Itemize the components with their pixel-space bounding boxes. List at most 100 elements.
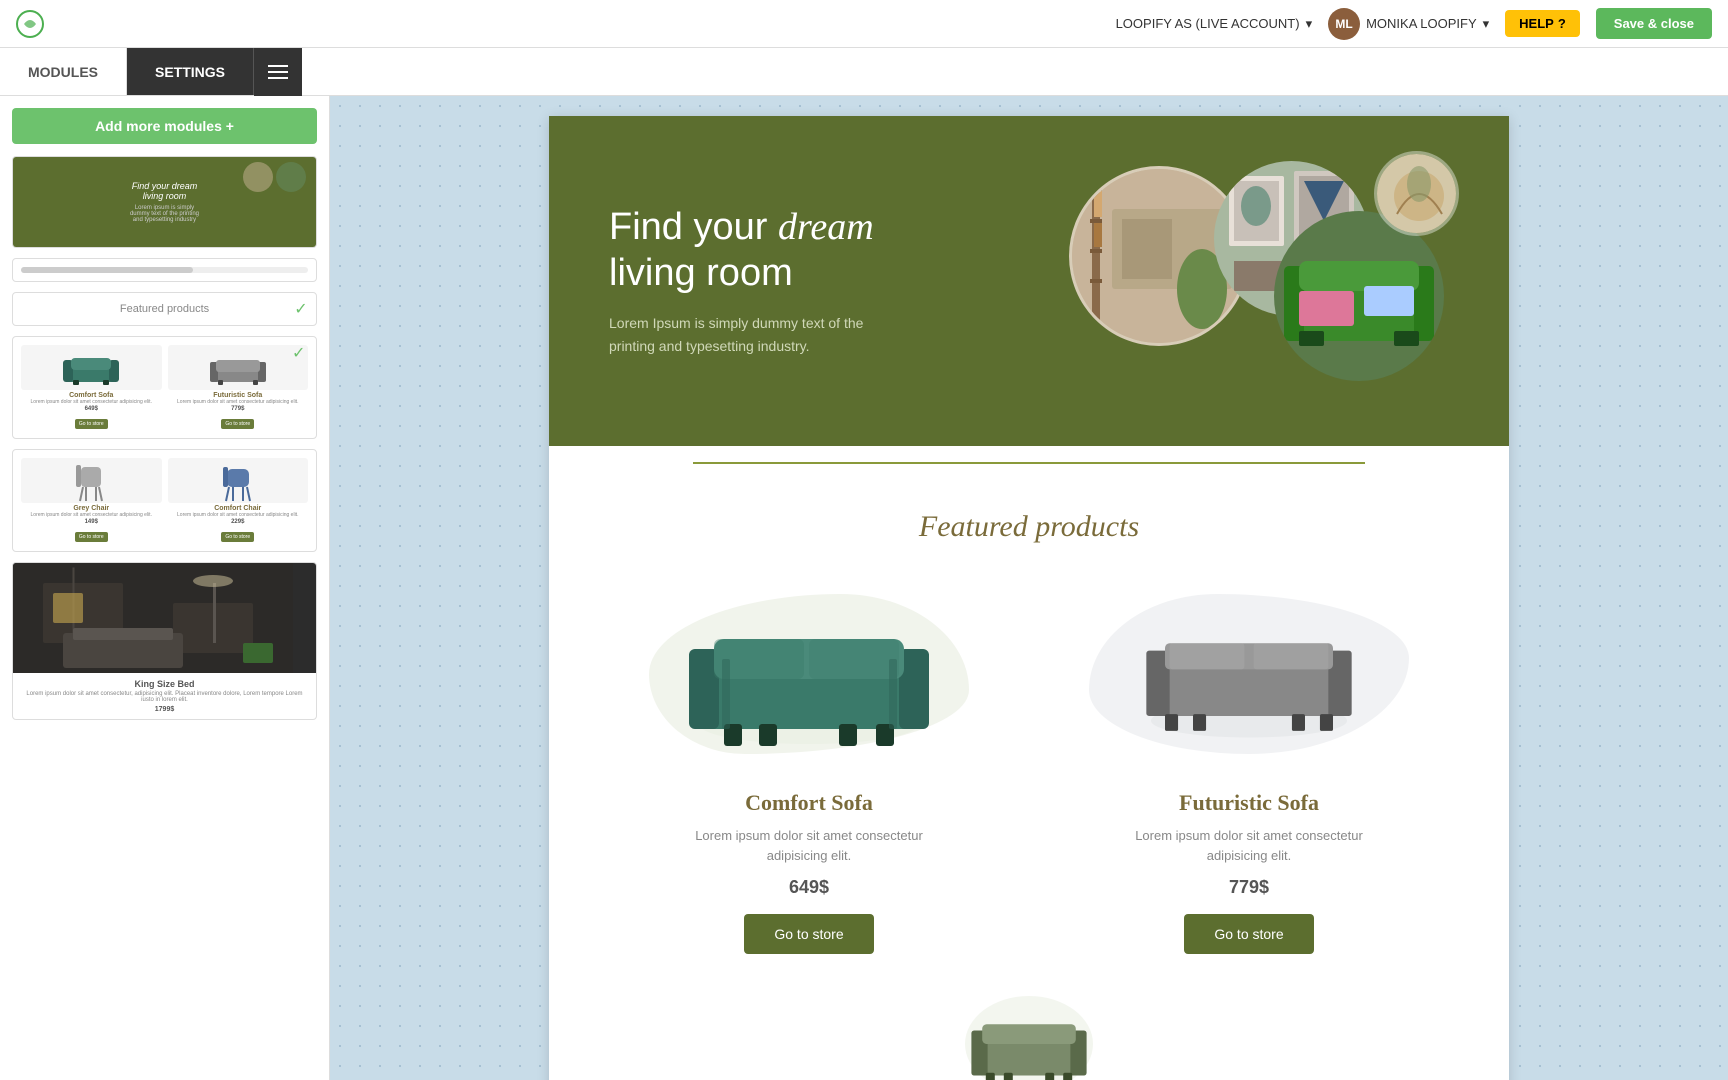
futuristic-sofa-img-container: [1049, 574, 1449, 774]
hero-module-card[interactable]: Find your dream living room Lorem ipsum …: [12, 156, 317, 248]
chevron-down-icon: ▾: [1306, 16, 1313, 32]
sofas-module-card[interactable]: ✓ Comfort: [12, 336, 317, 439]
chairs-preview-content: Grey Chair Lorem ipsum dolor sit amet co…: [13, 450, 316, 551]
add-modules-button[interactable]: Add more modules +: [12, 108, 317, 144]
comfort-sofa-mini-name: Comfort Sofa: [21, 392, 162, 399]
comfort-chair-mini-btn[interactable]: Go to store: [221, 532, 254, 542]
futuristic-sofa-mini-name: Futuristic Sofa: [168, 392, 309, 399]
futuristic-sofa-price: 779$: [1049, 877, 1449, 898]
bedroom-preview: [13, 563, 316, 673]
grey-chair-mini-price: 149$: [21, 519, 162, 525]
futuristic-sofa-mini-btn[interactable]: Go to store: [221, 419, 254, 429]
futuristic-sofa-name: Futuristic Sofa: [1049, 790, 1449, 816]
comfort-sofa-mini-btn[interactable]: Go to store: [75, 419, 108, 429]
scrollbar-card-content: [13, 259, 316, 281]
futuristic-sofa-mini-desc: Lorem ipsum dolor sit amet consectetur a…: [168, 399, 309, 405]
comfort-sofa-price: 649$: [609, 877, 1009, 898]
comfort-chair-mini-img: [168, 458, 309, 503]
hero-subtitle: Lorem Ipsum is simply dummy text of the …: [609, 312, 889, 357]
bottom-product-item: [949, 984, 1109, 1080]
featured-products-section: Featured products: [549, 480, 1509, 1080]
user-chevron-icon: ▾: [1483, 16, 1490, 32]
main-layout: Add more modules + Find your dream livin…: [0, 96, 1728, 1080]
loopify-logo: [16, 10, 44, 38]
user-label: MONIKA LOOPIFY: [1366, 16, 1477, 31]
sofas-checkmark: ✓: [292, 343, 310, 361]
save-close-button[interactable]: Save & close: [1596, 8, 1712, 39]
futuristic-sofa-store-btn[interactable]: Go to store: [1184, 914, 1313, 954]
sofas-preview-content: ✓ Comfort: [13, 337, 316, 438]
hero-circle-3: [1274, 211, 1444, 381]
comfort-chair-mini-price: 229$: [168, 519, 309, 525]
featured-label-card[interactable]: Featured products ✓: [12, 292, 317, 326]
featured-checkmark: ✓: [292, 299, 310, 317]
hero-banner: Find your dreamliving room Lorem Ipsum i…: [549, 116, 1509, 446]
bed-card-info: King Size Bed Lorem ipsum dolor sit amet…: [13, 673, 316, 719]
comfort-chair-mini-name: Comfort Chair: [168, 505, 309, 512]
help-label: HELP: [1519, 16, 1554, 31]
second-toolbar: MODULES SETTINGS: [0, 48, 1728, 96]
save-close-label: Save & close: [1614, 16, 1694, 31]
mini-futuristic-sofa: Futuristic Sofa Lorem ipsum dolor sit am…: [168, 345, 309, 430]
sofas-grid-mini: Comfort Sofa Lorem ipsum dolor sit amet …: [21, 345, 308, 430]
account-selector[interactable]: LOOPIFY AS (LIVE ACCOUNT) ▾: [1116, 16, 1313, 32]
comfort-sofa-img-container: [609, 574, 1009, 774]
header-left: [16, 10, 44, 38]
bed-price: 1799$: [21, 706, 308, 713]
bed-desc: Lorem ipsum dolor sit amet consectetur, …: [21, 691, 308, 703]
bottom-product-preview: [609, 984, 1449, 1080]
mini-comfort-sofa: Comfort Sofa Lorem ipsum dolor sit amet …: [21, 345, 162, 430]
bottom-product-img: [949, 984, 1109, 1080]
futuristic-sofa-desc: Lorem ipsum dolor sit amet consecteturad…: [1049, 826, 1449, 865]
grey-chair-mini-btn[interactable]: Go to store: [75, 532, 108, 542]
hero-images-section: [1069, 156, 1449, 406]
hero-circle-4: [1374, 151, 1459, 236]
products-grid: Comfort Sofa Lorem ipsum dolor sit amet …: [609, 574, 1449, 954]
futuristic-sofa-card: Futuristic Sofa Lorem ipsum dolor sit am…: [1049, 574, 1449, 954]
grey-chair-mini-name: Grey Chair: [21, 505, 162, 512]
avatar: ML: [1328, 8, 1360, 40]
section-divider: [549, 446, 1509, 480]
hero-text-section: Find your dreamliving room Lorem Ipsum i…: [609, 205, 1069, 357]
mini-grey-chair: Grey Chair Lorem ipsum dolor sit amet co…: [21, 458, 162, 543]
divider-line: [693, 462, 1365, 464]
canvas-area: Find your dreamliving room Lorem Ipsum i…: [330, 96, 1728, 1080]
tab-settings[interactable]: SETTINGS: [127, 48, 254, 95]
question-icon: ?: [1558, 16, 1566, 31]
hero-preview-circles: [243, 162, 306, 192]
chairs-module-card[interactable]: Grey Chair Lorem ipsum dolor sit amet co…: [12, 449, 317, 552]
bed-module-card[interactable]: King Size Bed Lorem ipsum dolor sit amet…: [12, 562, 317, 720]
comfort-sofa-mini-img: [21, 345, 162, 390]
chairs-grid-mini: Grey Chair Lorem ipsum dolor sit amet co…: [21, 458, 308, 543]
comfort-sofa-desc: Lorem ipsum dolor sit amet consecteturad…: [609, 826, 1009, 865]
main-content: Find your dreamliving room Lorem Ipsum i…: [330, 96, 1728, 1080]
comfort-chair-mini-desc: Lorem ipsum dolor sit amet consectetur a…: [168, 512, 309, 518]
email-preview: Find your dreamliving room Lorem Ipsum i…: [549, 116, 1509, 1080]
scrollbar-thumb: [21, 267, 193, 273]
sidebar: Add more modules + Find your dream livin…: [0, 96, 330, 1080]
scrollbar-module-card[interactable]: [12, 258, 317, 282]
hamburger-button[interactable]: [254, 48, 302, 96]
header-right: LOOPIFY AS (LIVE ACCOUNT) ▾ ML MONIKA LO…: [1116, 8, 1712, 40]
hero-preview-text: Find your dream living room Lorem ipsum …: [126, 177, 203, 227]
comfort-sofa-mini-desc: Lorem ipsum dolor sit amet consectetur a…: [21, 399, 162, 405]
featured-products-title: Featured products: [609, 510, 1449, 544]
futuristic-sofa-mini-img: [168, 345, 309, 390]
comfort-sofa-image: [684, 594, 934, 754]
futuristic-sofa-image: [1134, 604, 1364, 744]
top-header: LOOPIFY AS (LIVE ACCOUNT) ▾ ML MONIKA LO…: [0, 0, 1728, 48]
futuristic-sofa-mini-price: 779$: [168, 406, 309, 412]
tab-modules[interactable]: MODULES: [0, 48, 127, 95]
featured-label-content: Featured products ✓: [13, 293, 316, 325]
comfort-sofa-store-btn[interactable]: Go to store: [744, 914, 873, 954]
user-selector[interactable]: ML MONIKA LOOPIFY ▾: [1328, 8, 1489, 40]
help-button[interactable]: HELP ?: [1505, 10, 1580, 37]
comfort-sofa-mini-price: 649$: [21, 406, 162, 412]
comfort-sofa-card: Comfort Sofa Lorem ipsum dolor sit amet …: [609, 574, 1009, 954]
bed-name: King Size Bed: [21, 679, 308, 689]
hero-title: Find your dreamliving room: [609, 205, 1069, 296]
grey-chair-mini-desc: Lorem ipsum dolor sit amet consectetur a…: [21, 512, 162, 518]
scrollbar-track: [21, 267, 308, 273]
comfort-sofa-name: Comfort Sofa: [609, 790, 1009, 816]
mini-comfort-chair: Comfort Chair Lorem ipsum dolor sit amet…: [168, 458, 309, 543]
